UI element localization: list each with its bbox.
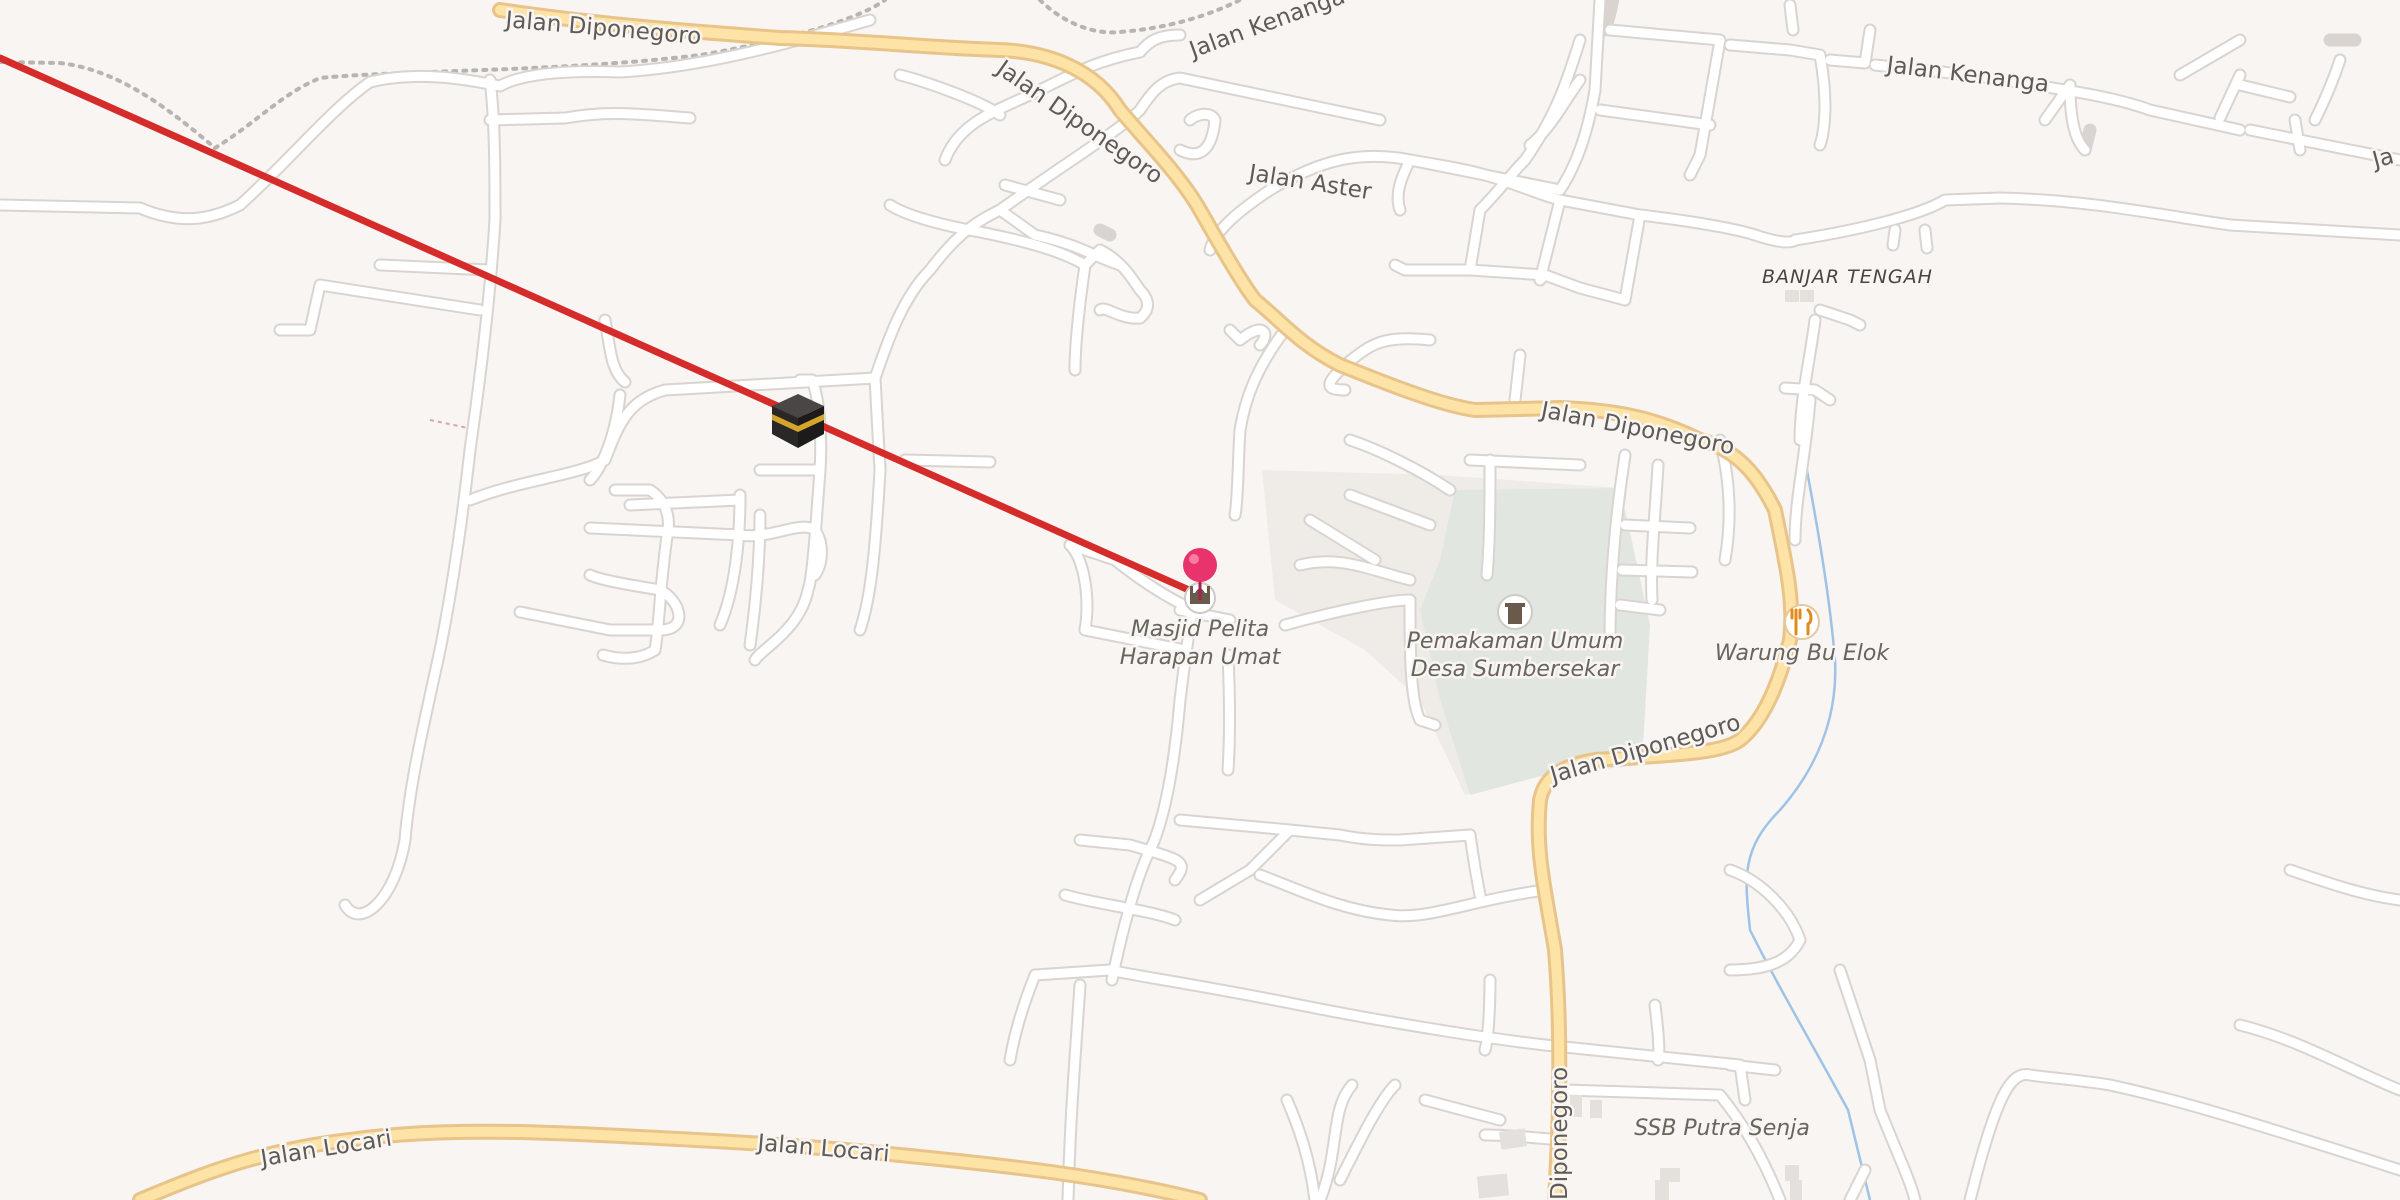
street-label-locari-e: Jalan Locari: [754, 1130, 890, 1168]
restaurant-label: Warung Bu Elok: [1715, 641, 1890, 666]
street-label-kenanga-edge: Ja: [2368, 143, 2397, 174]
street-label-locari-w: Jalan Locari: [257, 1126, 394, 1173]
cemetery-label-line2: Desa Sumbersekar: [1411, 657, 1622, 682]
street-label-diponegoro-nw: Jalan Diponegoro: [502, 7, 702, 50]
place-label-banjar-tengah: BANJAR TENGAH: [1762, 266, 1933, 288]
map-canvas[interactable]: Jalan Diponegoro Jalan Kenanga Jalan Dip…: [0, 0, 2400, 1200]
stream: [1745, 459, 1872, 1200]
mosque-label-line1: Masjid Pelita: [1131, 617, 1269, 642]
restaurant-poi[interactable]: Warung Bu Elok: [1712, 604, 1893, 669]
fork-knife-icon: [1784, 604, 1820, 640]
school-label[interactable]: SSB Putra Senja: [1632, 1114, 1813, 1144]
cemetery-label-line1: Pemakaman Umum: [1407, 629, 1624, 654]
street-label-diponegoro-s: Diponegoro: [1547, 1067, 1573, 1200]
street-label-diponegoro-e: Jalan Diponegoro: [1537, 397, 1737, 460]
route-line: [0, 54, 1204, 599]
mosque-label-line2: Harapan Umat: [1120, 645, 1282, 670]
street-label-kenanga-w: Jalan Kenanga: [1184, 0, 1348, 64]
street-label-kenanga-e: Jalan Kenanga: [1883, 52, 2050, 98]
